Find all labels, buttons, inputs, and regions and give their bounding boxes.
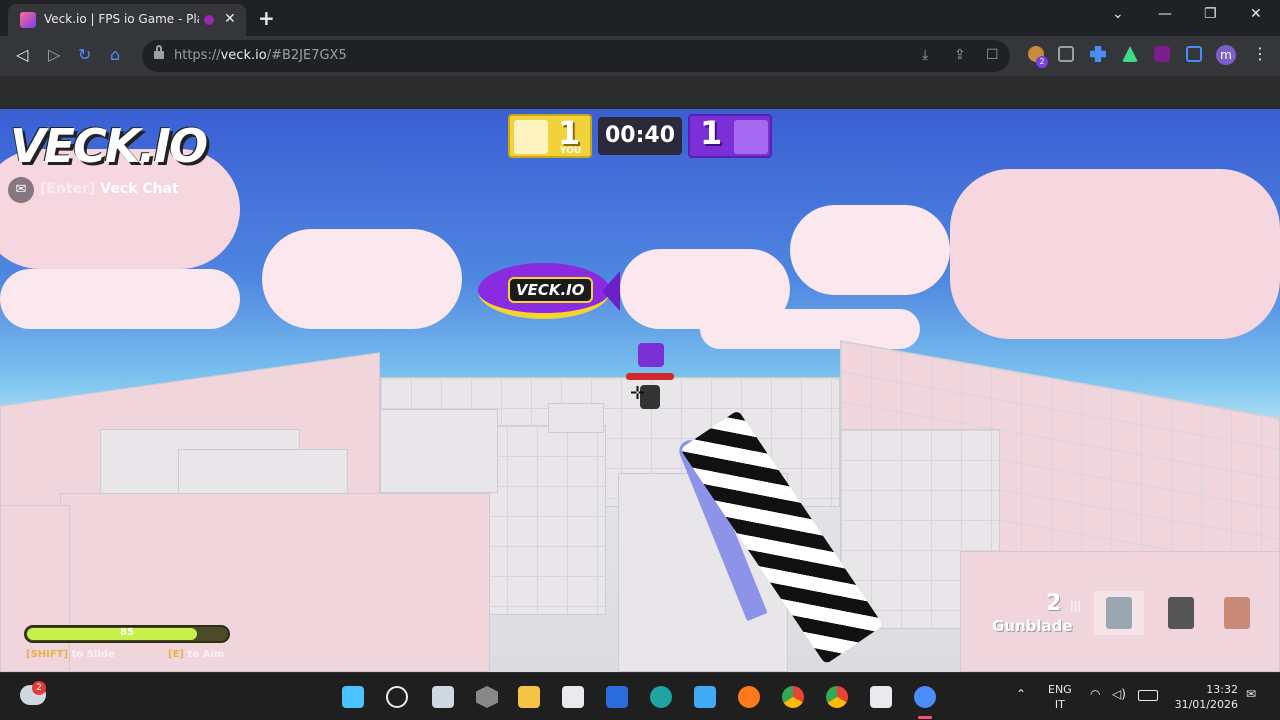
- match-timer: 00:40: [598, 117, 682, 155]
- file-explorer-icon[interactable]: [518, 686, 540, 708]
- install-app-icon[interactable]: ⤓: [922, 47, 928, 63]
- chat-key: [Enter]: [40, 181, 96, 197]
- search-icon[interactable]: [386, 686, 408, 708]
- reload-icon[interactable]: ↻: [78, 45, 91, 64]
- weapon-slot-1[interactable]: [1094, 591, 1144, 635]
- snipping-tool-icon[interactable]: [870, 686, 892, 708]
- player-score-panel: 1 YOU: [508, 114, 592, 158]
- forward-icon[interactable]: ▷: [48, 45, 60, 64]
- tab-title: Veck.io | FPS io Game - Play: [44, 12, 199, 26]
- firefox-icon[interactable]: [738, 686, 760, 708]
- chrome-icon[interactable]: [782, 686, 804, 708]
- chat-icon[interactable]: ✉: [8, 177, 34, 203]
- browser-toolbar: ◁ ▷ ↻ ⌂ https://veck.io/#B2JE7GX5 ⤓ ⇪ ☐ …: [0, 36, 1280, 76]
- tab-search-icon[interactable]: ⌄: [1112, 6, 1124, 22]
- volume-icon[interactable]: ◁): [1112, 687, 1126, 701]
- enemy-score: 1: [700, 114, 723, 152]
- close-window-button[interactable]: ✕: [1250, 6, 1262, 22]
- ammo-bars-icon: |||: [1070, 599, 1082, 612]
- new-tab-button[interactable]: +: [258, 6, 275, 30]
- skull-avatar-icon: [514, 120, 548, 154]
- veck-logo: VECK.IO: [10, 119, 208, 173]
- home-icon[interactable]: ⌂: [110, 45, 120, 64]
- extension-glasses-icon[interactable]: [1058, 46, 1074, 62]
- files-icon[interactable]: [694, 686, 716, 708]
- weapon-slot-2[interactable]: [1156, 591, 1206, 635]
- veck-favicon-icon: [20, 12, 36, 28]
- crosshair-icon: ✛: [630, 383, 646, 404]
- battery-icon[interactable]: [1138, 690, 1158, 701]
- weapon-slot-3[interactable]: [1212, 591, 1262, 635]
- aim-hint: [E] to Aim: [168, 649, 225, 660]
- restore-button[interactable]: ❐: [1204, 6, 1217, 22]
- blimp-logo: VECK.IO: [508, 277, 593, 303]
- bow-slot-icon: [1224, 597, 1250, 629]
- bookmark-icon[interactable]: ☐: [986, 47, 999, 63]
- side-panel-icon[interactable]: [1186, 46, 1202, 62]
- enemy-health-bar: [626, 373, 674, 380]
- health-value: 85: [120, 627, 134, 638]
- enemy-avatar-icon: [734, 120, 768, 154]
- task-view-icon[interactable]: [432, 686, 454, 708]
- wifi-icon[interactable]: ◠: [1090, 687, 1100, 701]
- front-block: [60, 493, 490, 672]
- front-left-block: [0, 505, 70, 672]
- active-app-indicator: [918, 716, 932, 719]
- extension-badge: 2: [1036, 56, 1048, 68]
- store-icon[interactable]: [562, 686, 584, 708]
- language-indicator[interactable]: ENG IT: [1048, 682, 1072, 712]
- unity-icon[interactable]: [476, 686, 498, 708]
- blimp: VECK.IO: [478, 263, 620, 323]
- windows-taskbar: 2 ⌃ ENG IT ◠ ◁) 13:32 31/01/2026 ✉: [0, 672, 1280, 720]
- tab-close-icon[interactable]: ✕: [224, 11, 236, 27]
- system-clock[interactable]: 13:32 31/01/2026: [1172, 682, 1238, 712]
- start-icon[interactable]: [342, 686, 364, 708]
- tray-overflow-icon[interactable]: ⌃: [1016, 687, 1026, 701]
- enemy-marker-icon: [638, 343, 664, 367]
- vscode-icon[interactable]: [606, 686, 628, 708]
- ammo-count: 2: [1046, 591, 1062, 616]
- share-icon[interactable]: ⇪: [954, 47, 966, 63]
- you-label: YOU: [560, 146, 582, 156]
- enemy-score-panel: 1: [688, 114, 772, 158]
- block-center-left: [380, 409, 498, 493]
- pistol-slot-icon: [1168, 597, 1194, 629]
- tab-strip: Veck.io | FPS io Game - Play ✕ + ⌄ — ❐ ✕: [0, 0, 1280, 36]
- page-top-strip: [0, 76, 1280, 109]
- extension-flask-icon[interactable]: [1122, 46, 1138, 62]
- notifications-icon[interactable]: ✉: [1246, 687, 1256, 701]
- address-bar[interactable]: https://veck.io/#B2JE7GX5 ⤓ ⇪ ☐: [142, 40, 1010, 72]
- minimize-button[interactable]: —: [1158, 6, 1172, 22]
- url-text[interactable]: https://veck.io/#B2JE7GX5: [174, 48, 347, 63]
- weather-badge: 2: [32, 681, 46, 695]
- edge-icon[interactable]: [650, 686, 672, 708]
- gunblade-slot-icon: [1106, 597, 1132, 629]
- health-bar: 85: [24, 625, 230, 643]
- chrome-active-icon[interactable]: [914, 686, 936, 708]
- extension-purple-icon[interactable]: [1154, 46, 1170, 62]
- game-canvas[interactable]: VECK.IO ✉ [Enter] Veck Chat 1 YOU 00:40 …: [0, 109, 1280, 672]
- slide-hint: [SHIFT] to Slide: [26, 649, 115, 660]
- health-fill: [27, 628, 197, 640]
- small-block: [548, 403, 604, 433]
- extensions-puzzle-icon[interactable]: [1090, 46, 1106, 62]
- tab-veck[interactable]: Veck.io | FPS io Game - Play ✕: [8, 4, 246, 36]
- weapon-name: Gunblade: [992, 617, 1073, 635]
- lock-icon[interactable]: [154, 45, 164, 59]
- audio-indicator-icon[interactable]: [204, 15, 214, 25]
- chrome-profile-icon[interactable]: [826, 686, 848, 708]
- back-icon[interactable]: ◁: [16, 45, 28, 64]
- profile-avatar[interactable]: m: [1216, 45, 1236, 65]
- menu-icon[interactable]: ⋮: [1252, 44, 1268, 63]
- chat-label: Veck Chat: [100, 181, 179, 197]
